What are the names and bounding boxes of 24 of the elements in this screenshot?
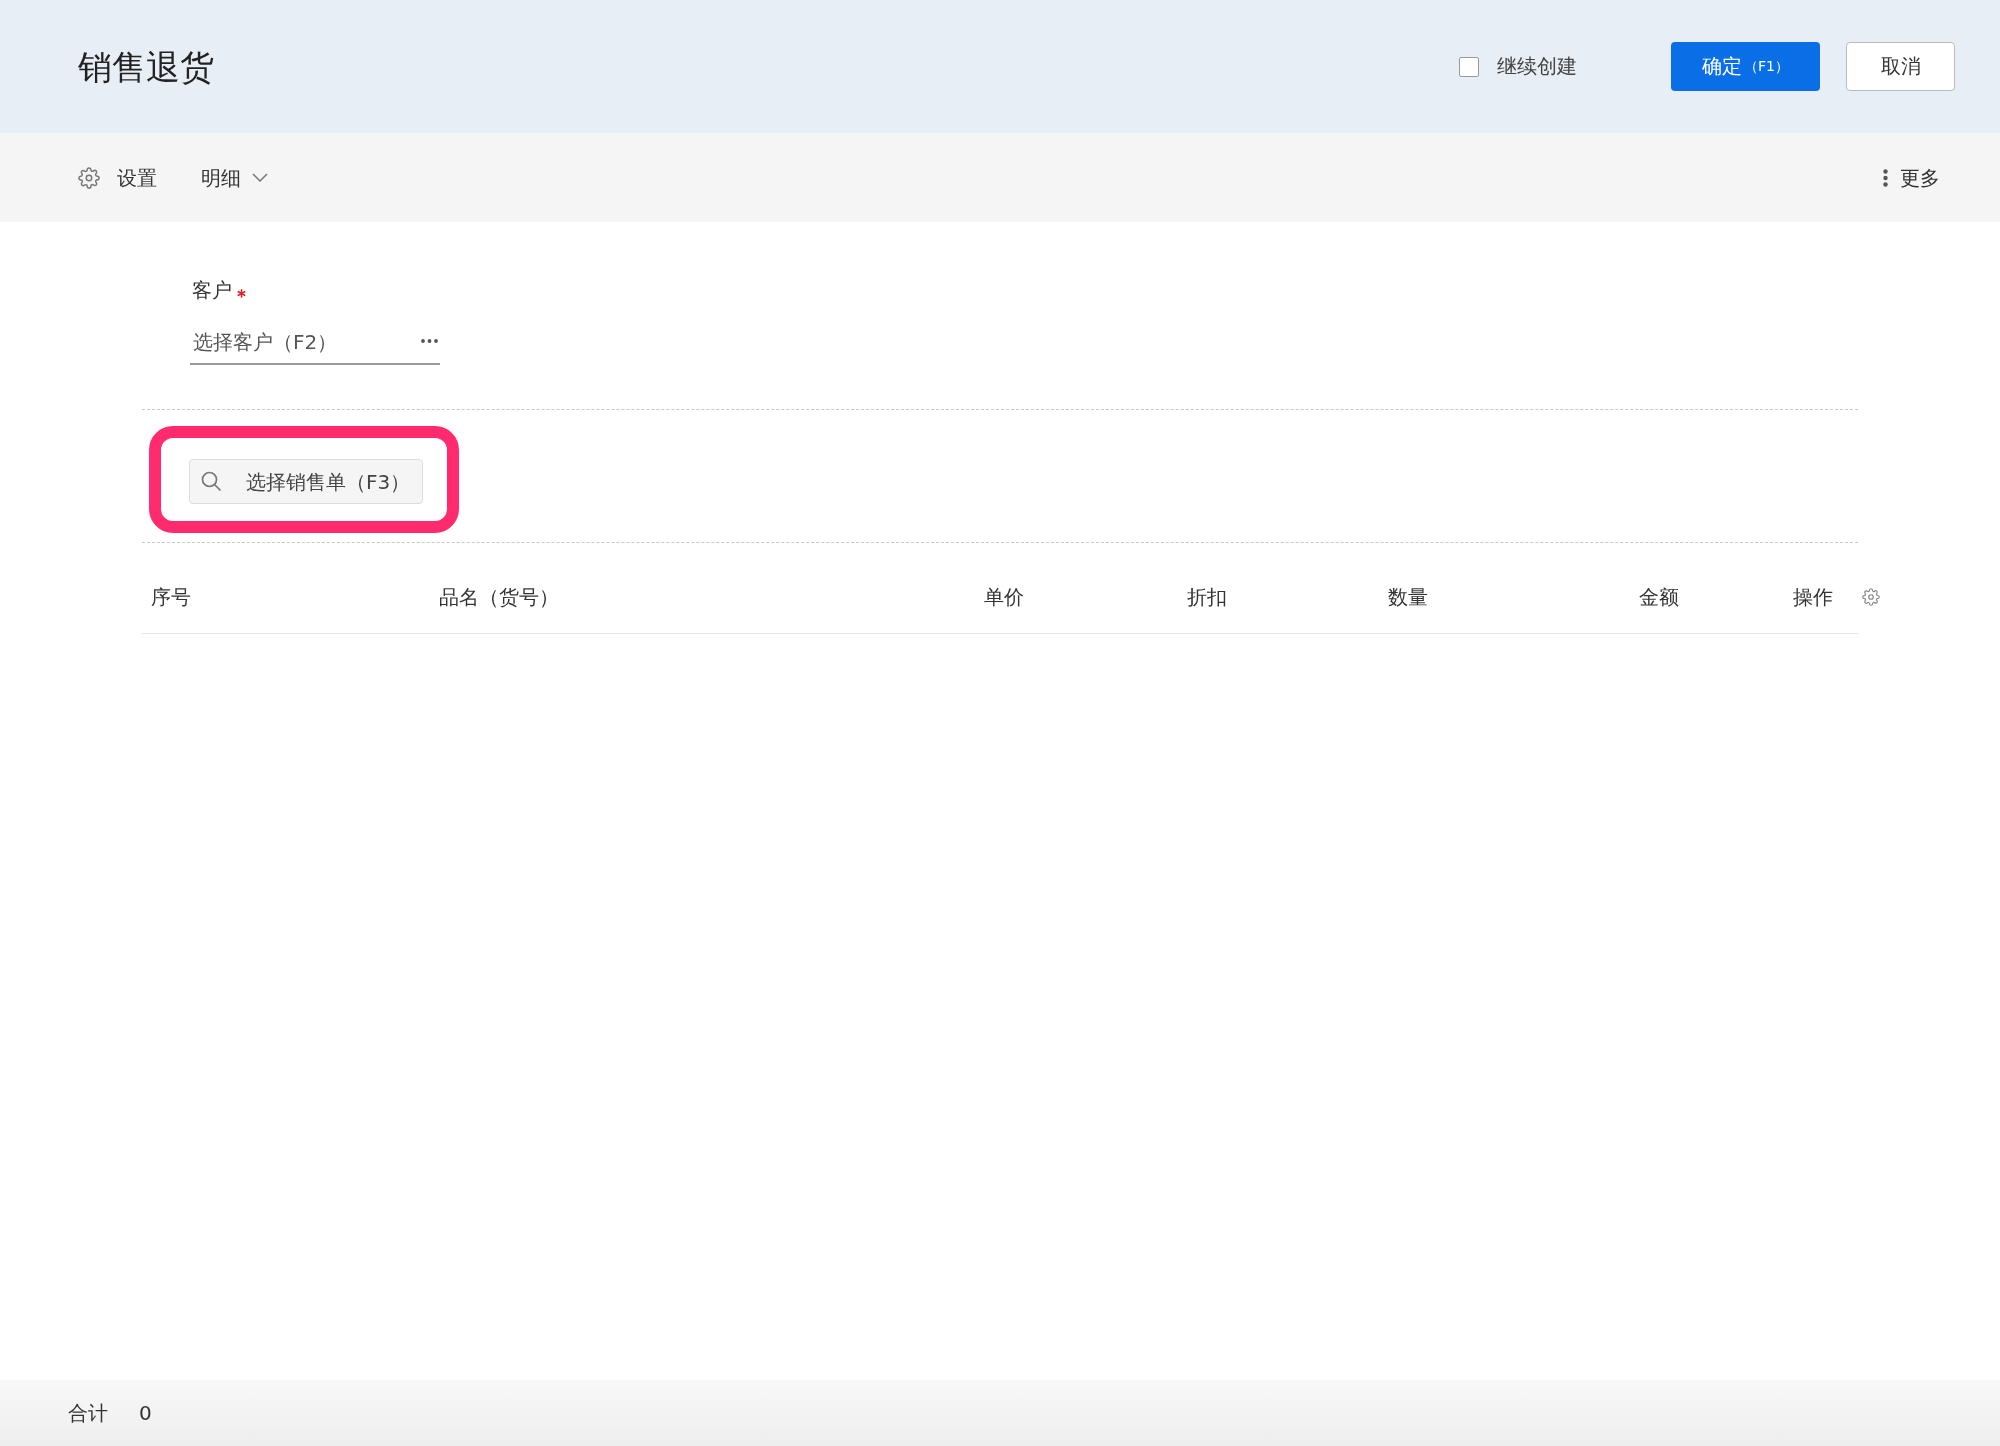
cancel-button[interactable]: 取消 xyxy=(1846,42,1955,91)
checkbox[interactable] xyxy=(1459,56,1479,77)
page-title: 销售退货 xyxy=(78,45,214,89)
column-header: 品名（货号） xyxy=(439,584,559,611)
column-header: 操作 xyxy=(1793,584,1833,611)
settings-icon xyxy=(78,166,100,189)
search-field[interactable]: 选择销售单（F3） xyxy=(189,459,423,504)
settings-icon[interactable] xyxy=(1862,588,1880,606)
vertical-dots-icon xyxy=(1883,168,1888,187)
more-button[interactable]: 更多 xyxy=(1883,163,1940,192)
column-header: 折扣 xyxy=(1187,584,1227,611)
field-label: 客户 xyxy=(192,277,232,304)
total-value: 0 xyxy=(139,1401,152,1425)
checkbox-label: 继续创建 xyxy=(1497,53,1577,80)
ellipsis-icon[interactable] xyxy=(421,339,438,343)
search-icon xyxy=(201,471,221,491)
total-label: 合计 xyxy=(68,1399,108,1427)
customer-field[interactable]: 选择客户（F2） xyxy=(190,320,440,365)
details-dropdown[interactable]: 明细 xyxy=(201,163,268,192)
column-header: 数量 xyxy=(1388,584,1428,611)
column-header: 单价 xyxy=(984,584,1024,611)
column-header: 序号 xyxy=(151,584,191,611)
column-header: 金额 xyxy=(1639,584,1679,611)
settings-button[interactable]: 设置 xyxy=(78,163,157,192)
